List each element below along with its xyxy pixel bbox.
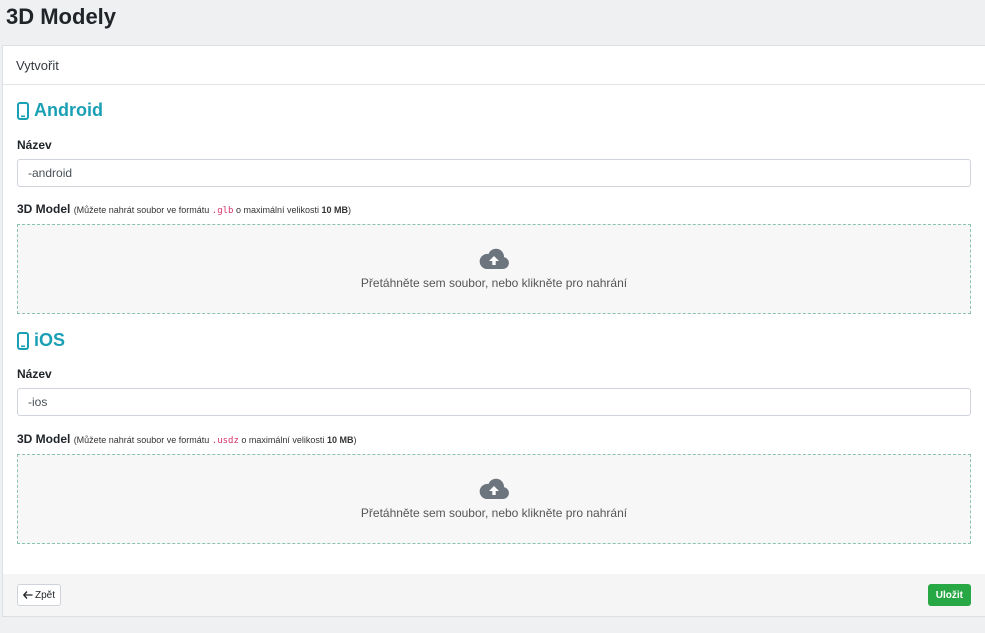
dropzone-text: Přetáhněte sem soubor, nebo klikněte pro… [360,276,628,290]
hint-suffix: ) [353,435,357,445]
cloud-upload-icon [479,478,509,499]
back-button-label: Zpět [35,589,56,601]
mobile-phone-icon [17,331,29,350]
dropzone-text: Přetáhněte sem soubor, nebo klikněte pro… [360,506,628,520]
hint-middle: o maximální velikosti [235,205,320,215]
mobile-phone-icon [17,101,29,120]
android-model-dropzone[interactable]: Přetáhněte sem soubor, nebo klikněte pro… [17,224,971,314]
model-label-text: 3D Model [17,202,71,216]
hint-format: .glb [211,206,234,216]
hint-suffix: ) [348,205,352,215]
model-label: 3D Model (Můžete nahrát soubor ve formát… [17,202,351,216]
model-hint: (Můžete nahrát soubor ve formátu .glb o … [73,205,352,216]
name-label: Název [17,138,52,152]
save-button[interactable]: Uložit [927,584,971,606]
hint-size: 10 MB [321,205,349,215]
hint-prefix: (Můžete nahrát soubor ve formátu [73,205,210,215]
section-title-label: iOS [34,330,66,350]
card-header: Vytvořit [3,46,985,85]
ios-name-input[interactable] [17,388,971,416]
hint-middle: o maximální velikosti [241,435,325,445]
hint-prefix: (Můžete nahrát soubor ve formátu [73,435,210,445]
page-title: 3D Modely [6,4,117,29]
model-label-text: 3D Model [17,432,71,446]
hint-size: 10 MB [326,435,354,445]
section-title-label: Android [34,100,103,120]
hint-format: .usdz [211,436,239,446]
name-label: Název [17,367,52,381]
card-footer: Zpět Uložit [3,574,985,616]
card-header-title: Vytvořit [16,57,59,73]
back-button[interactable]: Zpět [17,584,62,606]
cloud-upload-icon [479,248,509,269]
section-title-android: Android [17,100,103,121]
android-name-input[interactable] [17,159,971,187]
ios-model-dropzone[interactable]: Přetáhněte sem soubor, nebo klikněte pro… [17,454,971,544]
arrow-left-icon [23,591,33,599]
model-label: 3D Model (Můžete nahrát soubor ve formát… [17,432,356,446]
create-card: Vytvořit Android Název 3D Model (Můžete … [2,45,985,617]
section-title-ios: iOS [17,330,65,351]
model-hint: (Můžete nahrát soubor ve formátu .usdz o… [73,435,357,446]
